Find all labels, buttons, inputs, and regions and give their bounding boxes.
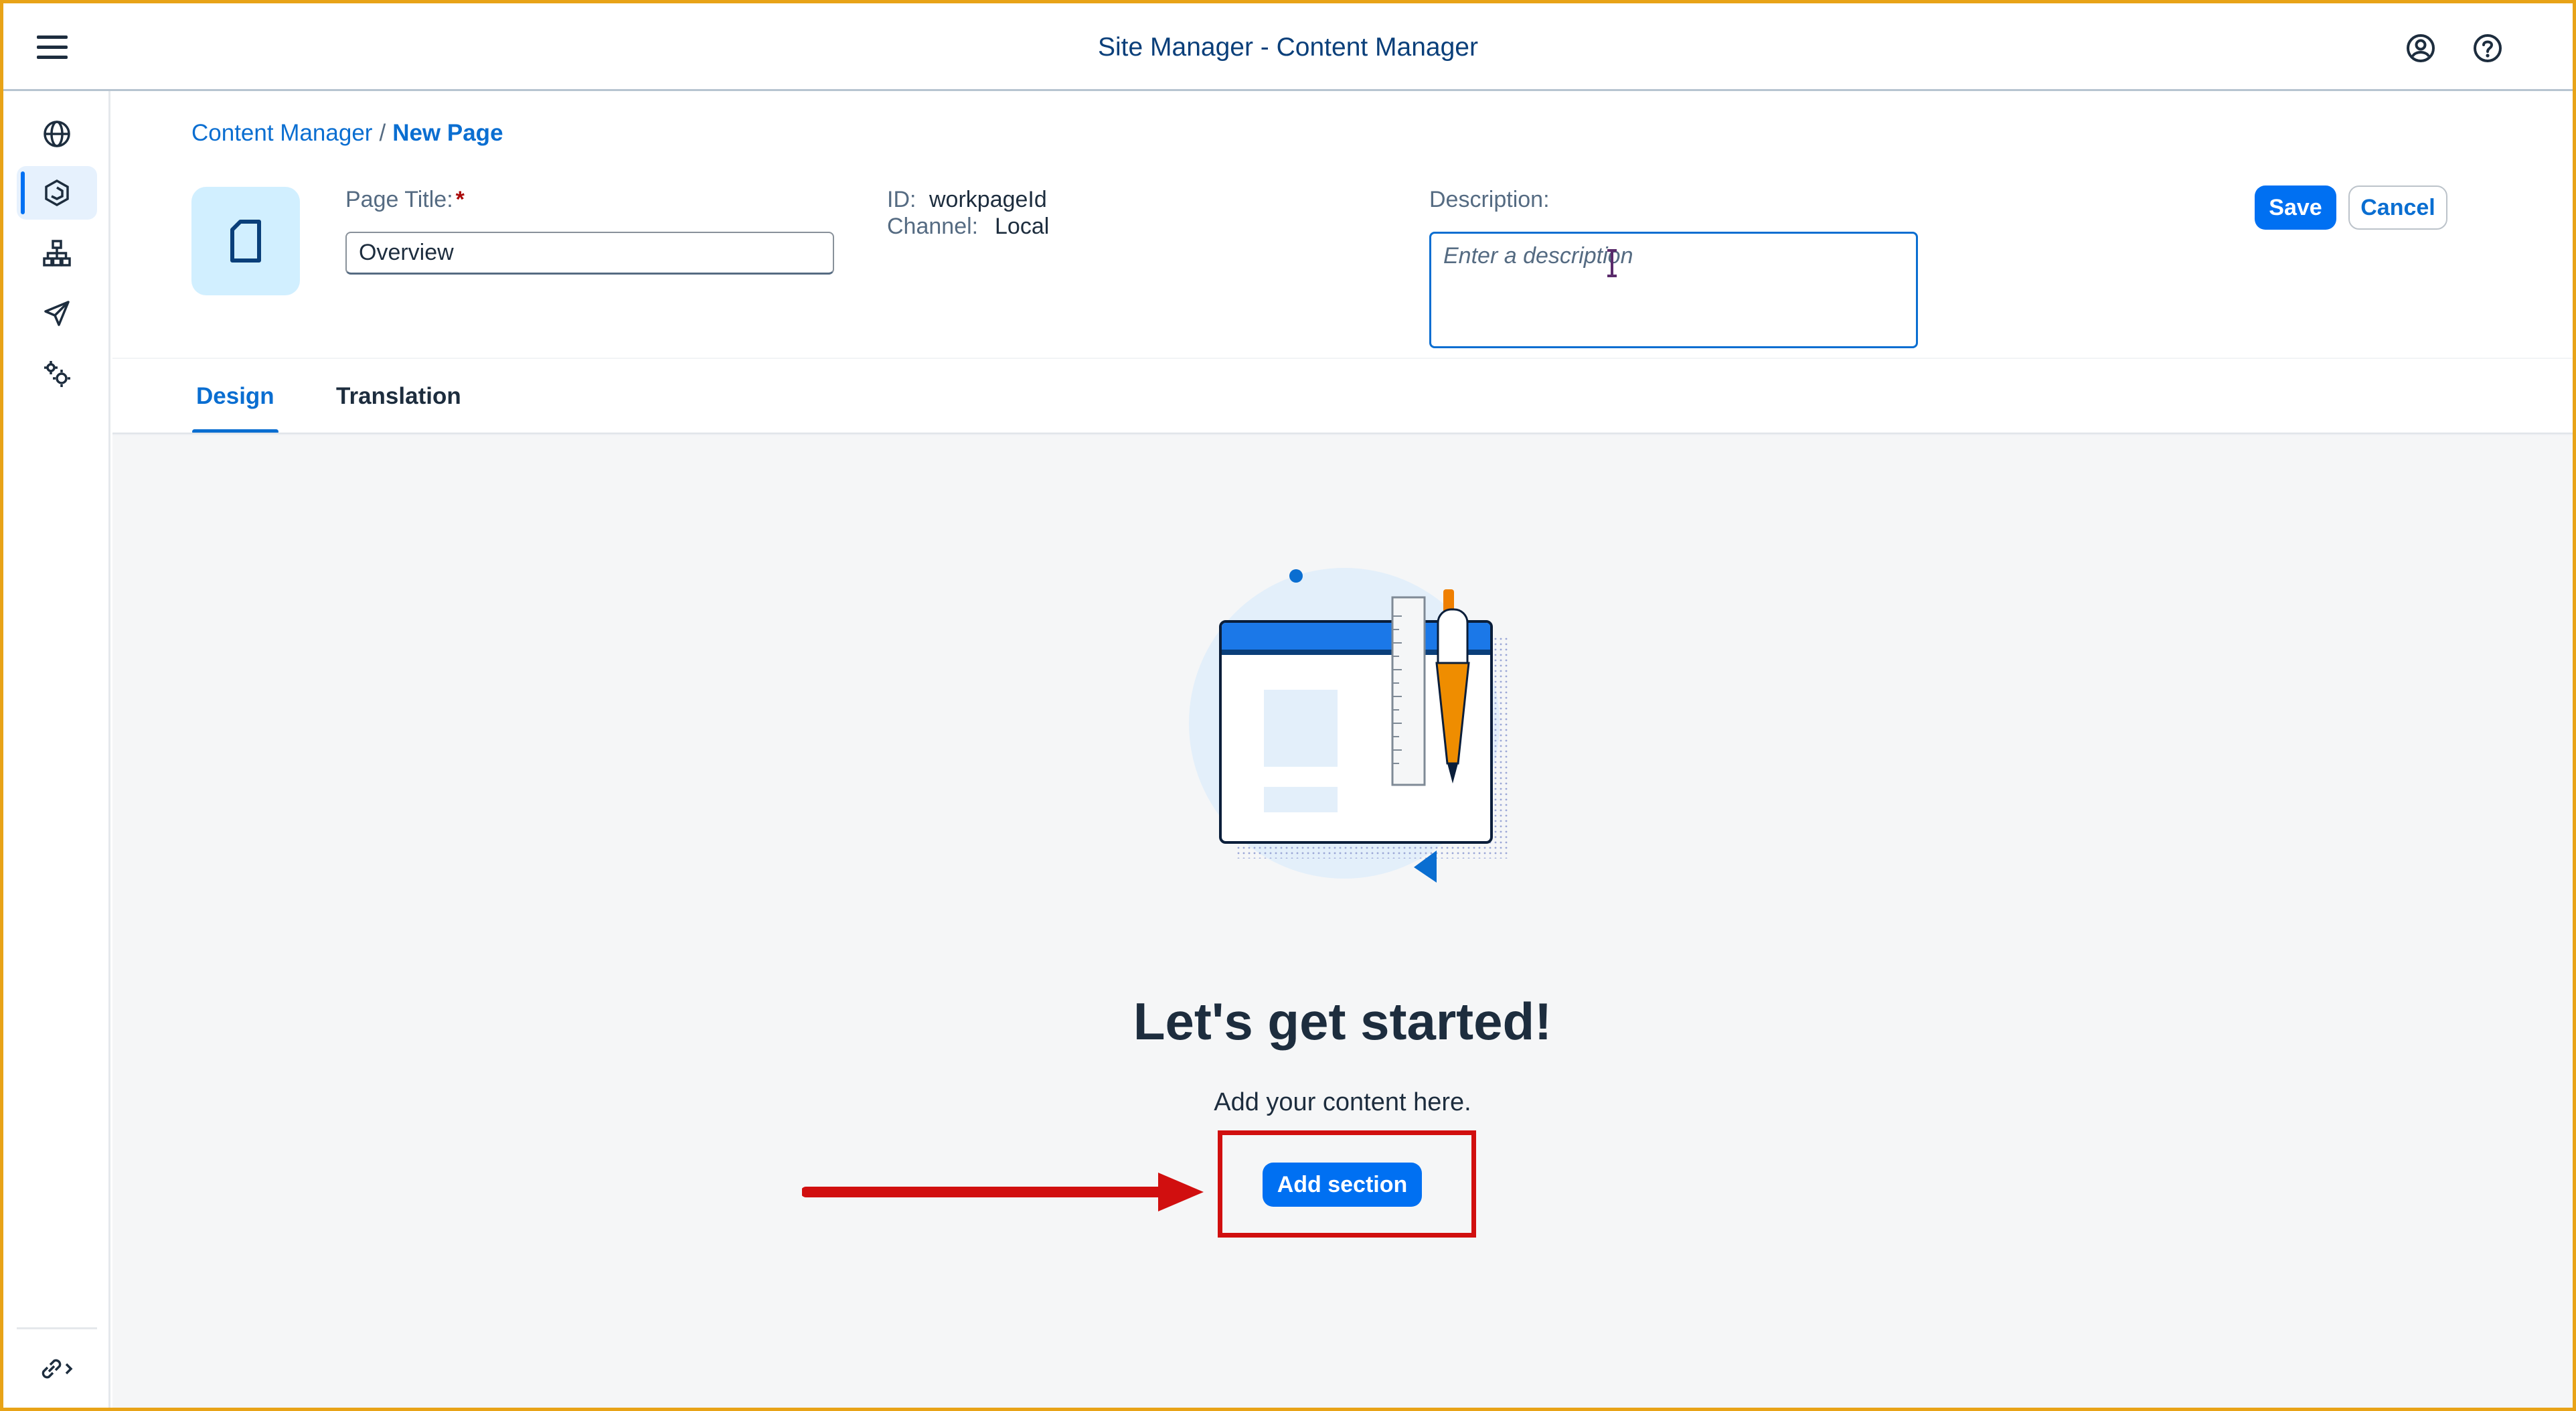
empty-state-subtext: Add your content here. [1214, 1088, 1471, 1116]
side-navigation [3, 91, 110, 1408]
link-expand-icon[interactable] [17, 1342, 97, 1396]
breadcrumb-current: New Page [392, 120, 503, 146]
cancel-button[interactable]: Cancel [2348, 185, 2447, 230]
user-icon[interactable] [2405, 33, 2436, 64]
help-icon[interactable] [2472, 33, 2503, 64]
save-button[interactable]: Save [2255, 185, 2336, 230]
page-title-input[interactable] [345, 232, 834, 275]
content-manager-icon[interactable] [17, 166, 97, 220]
app-title: Site Manager - Content Manager [1098, 33, 1478, 62]
globe-icon[interactable] [17, 107, 97, 161]
description-textarea[interactable]: Enter a description [1429, 232, 1918, 348]
design-canvas: Let's get started! Add your content here… [112, 435, 2573, 1408]
tab-design[interactable]: Design [192, 359, 278, 434]
required-indicator: * [455, 187, 465, 212]
tab-bar: Design Translation [112, 358, 2573, 434]
send-icon[interactable] [17, 287, 97, 340]
tab-translation[interactable]: Translation [336, 359, 461, 434]
breadcrumb-content-manager[interactable]: Content Manager [191, 120, 372, 146]
empty-state-heading: Let's get started! [1133, 992, 1552, 1051]
text-cursor-icon [1607, 249, 1617, 277]
page-header: Content Manager /New Page Page Title:* ID… [112, 93, 2573, 435]
id-label: ID: [887, 187, 916, 212]
description-label: Description: [1429, 187, 1550, 212]
document-icon [230, 220, 261, 263]
id-value: workpageId [929, 187, 1047, 212]
page-title-label: Page Title: * [345, 187, 465, 212]
breadcrumb: Content Manager / New Page [191, 120, 503, 147]
nav-divider [17, 1327, 97, 1329]
hierarchy-icon[interactable] [17, 226, 97, 280]
channel-label: Channel: [887, 214, 979, 239]
add-section-button[interactable]: Add section [1263, 1163, 1422, 1207]
page-avatar [191, 187, 300, 295]
shell-bar: Site Manager - Content Manager [3, 3, 2573, 91]
annotation-arrow-icon [802, 1173, 1204, 1211]
channel-value: Local [995, 214, 1050, 239]
empty-state-illustration [1189, 568, 1510, 883]
breadcrumb-separator: / [379, 120, 386, 146]
settings-icon[interactable] [17, 347, 97, 400]
